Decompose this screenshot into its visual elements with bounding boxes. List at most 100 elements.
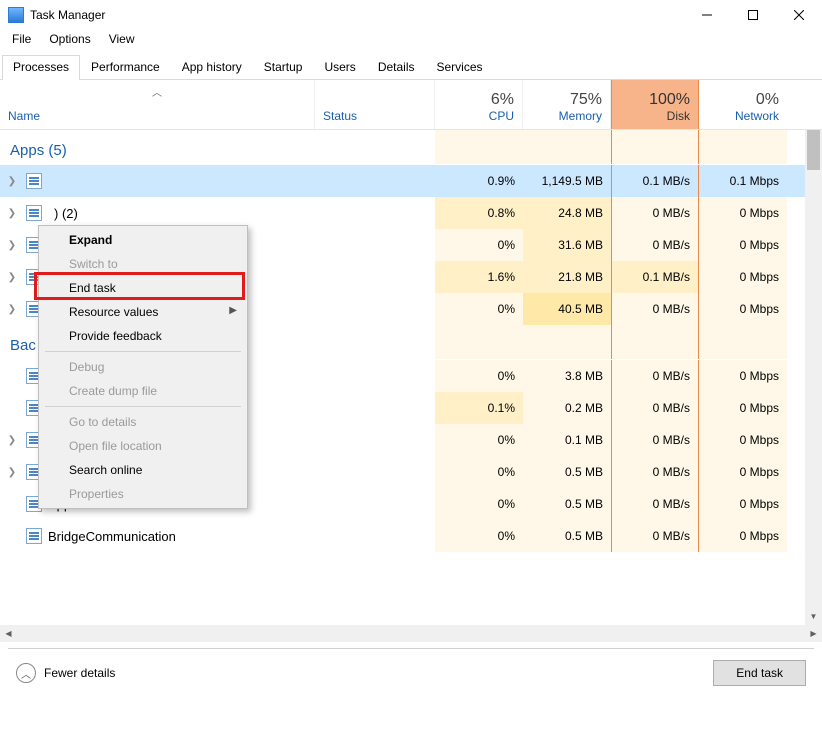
- blank-cell: [699, 130, 787, 164]
- vertical-scrollbar[interactable]: ▼: [805, 130, 822, 625]
- expand-icon[interactable]: ❯: [4, 304, 20, 315]
- blank-cell: [435, 325, 523, 359]
- blank-cell: [523, 130, 611, 164]
- cpu-cell: 0.8%: [435, 197, 523, 229]
- group-header: Apps (5): [0, 130, 435, 165]
- status-cell: [315, 360, 435, 392]
- status-cell: [315, 392, 435, 424]
- expand-icon[interactable]: ❯: [4, 272, 20, 283]
- process-icon: [26, 173, 42, 189]
- tab-users[interactable]: Users: [313, 55, 366, 80]
- tab-performance[interactable]: Performance: [80, 55, 171, 80]
- net-cell: 0.1 Mbps: [699, 165, 787, 197]
- ctx-go-to-details: Go to details: [41, 410, 245, 434]
- cpu-cell: 0%: [435, 424, 523, 456]
- cpu-cell: 1.6%: [435, 261, 523, 293]
- status-cell: [315, 197, 435, 229]
- cpu-cell: 0%: [435, 488, 523, 520]
- cpu-cell: 0%: [435, 360, 523, 392]
- ctx-resource-values[interactable]: Resource values ▶: [41, 300, 245, 324]
- col-status[interactable]: Status: [315, 80, 435, 129]
- col-name-label: Name: [8, 109, 306, 123]
- menu-bar: File Options View: [0, 30, 822, 52]
- footer: ︿ Fewer details End task: [0, 649, 822, 697]
- scroll-left-icon[interactable]: ◀: [0, 625, 17, 642]
- col-network[interactable]: 0% Network: [699, 80, 787, 129]
- tab-startup[interactable]: Startup: [253, 55, 314, 80]
- status-cell: [315, 456, 435, 488]
- col-disk[interactable]: 100% Disk: [611, 80, 699, 129]
- sort-indicator-icon: ︿: [152, 84, 162, 99]
- table-row[interactable]: ❯ 0.9%1,149.5 MB0.1 MB/s0.1 Mbps: [0, 165, 805, 197]
- chevron-up-icon: ︿: [16, 663, 36, 683]
- mem-cell: 1,149.5 MB: [523, 165, 611, 197]
- ctx-provide-feedback[interactable]: Provide feedback: [41, 324, 245, 348]
- scroll-down-icon[interactable]: ▼: [805, 608, 822, 625]
- name-cell: BridgeCommunication: [0, 520, 315, 552]
- mem-cell: 0.5 MB: [523, 456, 611, 488]
- disk-cell: 0 MB/s: [611, 360, 699, 392]
- menu-options[interactable]: Options: [41, 30, 98, 52]
- table-row[interactable]: BridgeCommunication0%0.5 MB0 MB/s0 Mbps: [0, 520, 805, 552]
- status-cell: [315, 293, 435, 325]
- tab-details[interactable]: Details: [367, 55, 426, 80]
- fewer-details-toggle[interactable]: ︿ Fewer details: [16, 663, 115, 683]
- expand-icon[interactable]: ❯: [4, 176, 20, 187]
- col-cpu[interactable]: 6% CPU: [435, 80, 523, 129]
- menu-view[interactable]: View: [101, 30, 143, 52]
- maximize-button[interactable]: [730, 0, 776, 30]
- cpu-cell: 0%: [435, 229, 523, 261]
- ctx-separator: [45, 406, 241, 407]
- expand-icon[interactable]: ❯: [4, 240, 20, 251]
- scrollbar-thumb[interactable]: [807, 130, 820, 170]
- expand-icon[interactable]: ❯: [4, 467, 20, 478]
- tab-app-history[interactable]: App history: [171, 55, 253, 80]
- net-cell: 0 Mbps: [699, 488, 787, 520]
- ctx-resource-values-label: Resource values: [69, 305, 158, 319]
- disk-cell: 0 MB/s: [611, 293, 699, 325]
- disk-cell: 0 MB/s: [611, 488, 699, 520]
- mem-cell: 21.8 MB: [523, 261, 611, 293]
- ctx-search-online[interactable]: Search online: [41, 458, 245, 482]
- ctx-expand[interactable]: Expand: [41, 228, 245, 252]
- menu-file[interactable]: File: [4, 30, 39, 52]
- tab-strip: Processes Performance App history Startu…: [0, 54, 822, 80]
- end-task-button[interactable]: End task: [713, 660, 806, 686]
- tab-services[interactable]: Services: [426, 55, 494, 80]
- col-memory[interactable]: 75% Memory: [523, 80, 611, 129]
- mem-cell: 24.8 MB: [523, 197, 611, 229]
- col-name[interactable]: ︿ Name: [0, 80, 315, 129]
- blank-cell: [435, 130, 523, 164]
- mem-cell: 0.1 MB: [523, 424, 611, 456]
- disk-cell: 0.1 MB/s: [611, 165, 699, 197]
- cpu-cell: 0.9%: [435, 165, 523, 197]
- app-icon: [8, 7, 24, 23]
- net-cell: 0 Mbps: [699, 392, 787, 424]
- mem-cell: 0.5 MB: [523, 520, 611, 552]
- minimize-button[interactable]: [684, 0, 730, 30]
- net-cell: 0 Mbps: [699, 229, 787, 261]
- mem-cell: 0.5 MB: [523, 488, 611, 520]
- cpu-pct: 6%: [491, 91, 514, 109]
- expand-icon[interactable]: ❯: [4, 208, 20, 219]
- disk-cell: 0 MB/s: [611, 456, 699, 488]
- scroll-right-icon[interactable]: ▶: [805, 625, 822, 642]
- horizontal-scrollbar[interactable]: ◀ ▶: [0, 625, 822, 642]
- window-title: Task Manager: [30, 8, 684, 22]
- disk-cell: 0 MB/s: [611, 197, 699, 229]
- net-cell: 0 Mbps: [699, 197, 787, 229]
- blank-cell: [523, 325, 611, 359]
- net-cell: 0 Mbps: [699, 293, 787, 325]
- expand-icon[interactable]: ❯: [4, 435, 20, 446]
- status-cell: [315, 261, 435, 293]
- ctx-end-task[interactable]: End task: [41, 276, 245, 300]
- status-cell: [315, 229, 435, 261]
- chevron-right-icon: ▶: [229, 305, 237, 316]
- process-icon: [26, 528, 42, 544]
- net-cell: 0 Mbps: [699, 520, 787, 552]
- cpu-cell: 0%: [435, 520, 523, 552]
- tab-processes[interactable]: Processes: [2, 55, 80, 80]
- close-button[interactable]: [776, 0, 822, 30]
- table-header: ︿ Name Status 6% CPU 75% Memory 100% Dis…: [0, 80, 822, 130]
- net-cell: 0 Mbps: [699, 360, 787, 392]
